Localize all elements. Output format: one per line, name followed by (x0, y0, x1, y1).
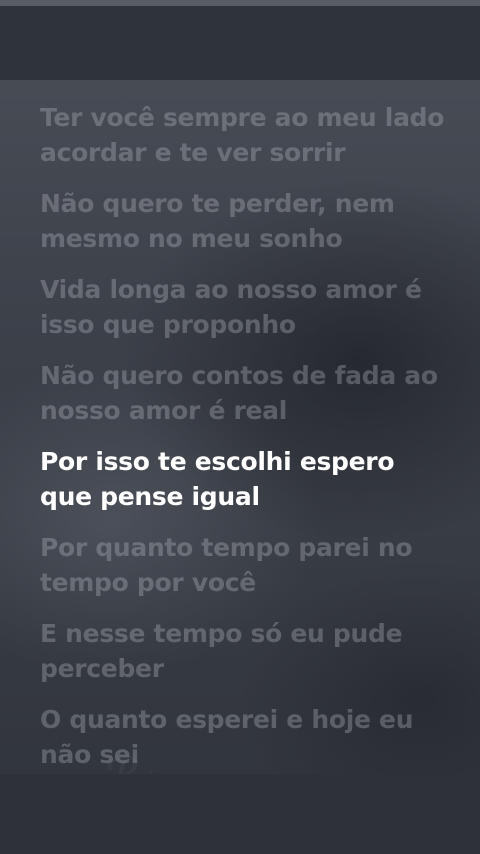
lyric-line[interactable]: Não quero te perder, nem mesmo no meu so… (40, 186, 450, 256)
lyric-line[interactable]: E nesse tempo só eu pude perceber (40, 616, 450, 686)
lyric-line[interactable]: Por quanto tempo parei no tempo por você (40, 530, 450, 600)
lyric-line[interactable]: Vida longa ao nosso amor é isso que prop… (40, 272, 450, 342)
top-edge (0, 0, 480, 6)
top-bar (0, 0, 480, 80)
lyrics-list[interactable]: Ter você sempre ao meu lado acordar e te… (40, 100, 450, 788)
lyric-line[interactable]: Não quero contos de fada ao nosso amor é… (40, 358, 450, 428)
lyrics-screen: ℛ𝓈𝒶 Ter você sempre ao meu lado acordar … (0, 0, 480, 854)
lyric-line[interactable]: O quanto esperei e hoje eu não sei (40, 702, 450, 772)
bottom-bar (0, 774, 480, 854)
lyric-line[interactable]: Ter você sempre ao meu lado acordar e te… (40, 100, 450, 170)
lyric-line-current[interactable]: Por isso te escolhi espero que pense igu… (40, 444, 450, 514)
